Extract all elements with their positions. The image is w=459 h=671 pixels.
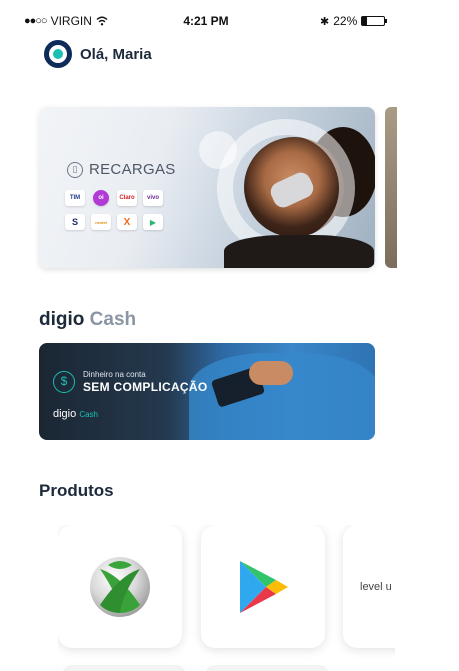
recargas-banner[interactable]: ▯ RECARGAS TIM oi Claro vivo S nextel X … [39, 107, 375, 268]
levelup-logo: level u [360, 580, 392, 593]
digio-cash-banner[interactable]: $ Dinheiro na conta SEM COMPLICAÇÃO digi… [39, 343, 375, 440]
product-row-next [205, 665, 329, 671]
digio-logo-icon[interactable] [44, 40, 72, 68]
operator-s-logo: S [65, 214, 85, 230]
banner-photo-shirt [224, 235, 374, 268]
digio-cash-title-light: Cash [89, 309, 137, 330]
operator-play-logo: ▶ [143, 214, 163, 230]
product-card-xbox[interactable] [58, 525, 182, 648]
cash-banner-hand [249, 361, 293, 385]
recargas-title: ▯ RECARGAS [67, 161, 176, 178]
cash-banner-subtitle: Dinheiro na conta [83, 370, 146, 379]
battery-fill [362, 17, 368, 25]
operator-oi-logo: oi [93, 190, 109, 206]
next-banner-peek[interactable] [385, 107, 397, 268]
carousel-edge-mask [395, 525, 459, 671]
digio-cash-title-bold: digio [39, 309, 85, 330]
operator-x-logo: X [117, 214, 137, 230]
cash-banner-headline: SEM COMPLICAÇÃO [83, 380, 208, 394]
cash-banner-brand: digio Cash [53, 408, 98, 420]
cash-brand-accent: Cash [79, 410, 98, 419]
dollar-icon: $ [53, 371, 75, 393]
phone-recharge-icon: ▯ [67, 161, 83, 178]
operator-logos: TIM oi Claro vivo S nextel X ▶ [65, 190, 163, 230]
operator-nextel-logo: nextel [91, 214, 111, 230]
bluetooth-icon: ✱ [320, 15, 330, 28]
product-row-next [62, 665, 186, 671]
greeting-text: Olá, Maria [80, 45, 152, 63]
product-card-google-play[interactable] [201, 525, 325, 648]
battery-icon [361, 16, 388, 26]
produtos-title: Produtos [39, 481, 114, 500]
xbox-icon [90, 556, 150, 617]
operator-tim-logo: TIM [65, 190, 85, 206]
cash-brand-name: digio [53, 408, 77, 420]
recargas-label: RECARGAS [89, 161, 176, 178]
operator-claro-logo: Claro [117, 190, 137, 206]
status-bar: ●●○○ VIRGIN 4:21 PM ✱ 22% [0, 0, 459, 36]
operator-vivo-logo: vivo [143, 190, 163, 206]
google-play-icon [240, 560, 288, 613]
battery-group: ✱ 22% [320, 14, 388, 28]
digio-cash-title: digio Cash [39, 309, 136, 331]
greeting-header: Olá, Maria [44, 40, 152, 68]
battery-percent: 22% [333, 14, 358, 28]
